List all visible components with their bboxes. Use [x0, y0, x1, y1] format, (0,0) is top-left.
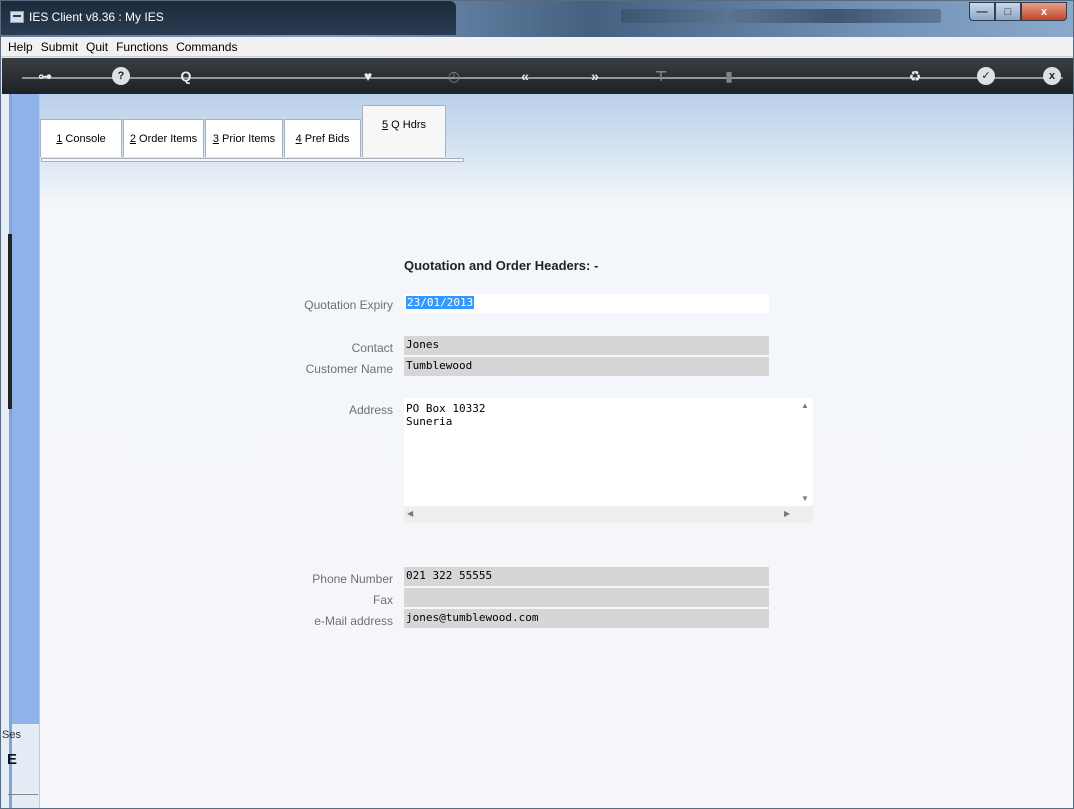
rail-divider: [8, 794, 38, 795]
app-icon[interactable]: [10, 11, 24, 23]
heart-icon[interactable]: ♥: [357, 66, 379, 86]
menu-bar: Help Submit Quit Functions Commands: [1, 37, 1073, 57]
recycle-icon[interactable]: ♻: [904, 66, 926, 86]
scroll-left-icon[interactable]: ◀: [407, 509, 413, 518]
tools-icon[interactable]: ⊤: [650, 66, 672, 86]
rewind-icon[interactable]: «: [514, 66, 536, 86]
quotation-expiry-label: Quotation Expiry: [304, 298, 393, 312]
maximize-button[interactable]: □: [995, 2, 1021, 21]
contact-label: Contact: [351, 341, 393, 355]
blurred-title-area: [621, 9, 941, 23]
customer-name-field[interactable]: Tumblewood: [404, 357, 769, 376]
tab-console-label: 1 Console: [56, 132, 106, 145]
scroll-right-icon[interactable]: ▶: [784, 509, 790, 518]
title-bar[interactable]: IES Client v8.36 : My IES — □ x: [1, 1, 1073, 37]
stop-icon[interactable]: ▮: [718, 66, 740, 86]
tab-q-hdrs[interactable]: 5 Q Hdrs: [362, 105, 446, 157]
window-title: IES Client v8.36 : My IES: [29, 10, 164, 24]
tab-prior-items[interactable]: 3 Prior Items: [205, 119, 283, 157]
tab-console[interactable]: 1 Console: [40, 119, 122, 157]
rail-splitter[interactable]: [8, 234, 12, 409]
check-icon[interactable]: ✓: [977, 67, 995, 85]
app-window: IES Client v8.36 : My IES — □ x Help Sub…: [0, 0, 1074, 809]
key-icon[interactable]: ⊶: [34, 66, 56, 86]
menu-quit[interactable]: Quit: [86, 40, 108, 54]
tab-order-items[interactable]: 2 Order Items: [123, 119, 204, 157]
email-label: e-Mail address: [314, 614, 393, 628]
address-horizontal-scrollbar[interactable]: ◀ ▶: [404, 506, 813, 523]
rail-marker: E: [7, 751, 18, 768]
address-text[interactable]: PO Box 10332 Suneria: [404, 400, 794, 505]
close-icon[interactable]: x: [1043, 67, 1061, 85]
menu-submit[interactable]: Submit: [41, 40, 78, 54]
fax-label: Fax: [372, 593, 393, 607]
scroll-down-icon[interactable]: ▼: [801, 494, 809, 503]
tab-pref-bids[interactable]: 4 Pref Bids: [284, 119, 361, 157]
search-icon[interactable]: Q: [175, 66, 197, 86]
close-button[interactable]: x: [1021, 2, 1067, 21]
tab-q-hdrs-label: 5 Q Hdrs: [381, 118, 427, 131]
scroll-up-icon[interactable]: ▲: [801, 401, 809, 410]
quotation-expiry-value: 23/01/2013: [406, 296, 475, 309]
forward-icon[interactable]: »: [584, 66, 606, 86]
menu-functions[interactable]: Functions: [116, 40, 168, 54]
help-icon[interactable]: ?: [112, 67, 130, 85]
tab-prior-items-label: 3 Prior Items: [212, 132, 276, 145]
quotation-expiry-input[interactable]: 23/01/2013: [404, 294, 769, 313]
rail-panel: [12, 94, 39, 724]
menu-commands[interactable]: Commands: [176, 40, 237, 54]
menu-help[interactable]: Help: [8, 40, 33, 54]
tab-order-items-label: 2 Order Items: [129, 132, 198, 145]
tab-strip-line: [41, 158, 464, 162]
phone-number-label: Phone Number: [312, 572, 393, 586]
minimize-button[interactable]: —: [969, 2, 995, 21]
customer-name-label: Customer Name: [305, 362, 393, 376]
toolbar: ⊶ ? Q ♥ ◷ « » ⊤ ▮ ♻ ✓ x: [2, 58, 1073, 94]
address-label: Address: [348, 403, 393, 417]
clock-icon[interactable]: ◷: [443, 66, 465, 86]
contact-field[interactable]: Jones: [404, 336, 769, 355]
address-textarea[interactable]: PO Box 10332 Suneria ▲ ▼ ◀ ▶: [404, 398, 813, 523]
session-label: Ses: [2, 729, 21, 741]
fax-field[interactable]: [404, 588, 769, 607]
form-heading: Quotation and Order Headers: -: [404, 258, 599, 273]
address-vertical-scrollbar[interactable]: ▲ ▼: [796, 398, 813, 506]
tab-pref-bids-label: 4 Pref Bids: [295, 132, 350, 145]
window-controls: — □ x: [969, 2, 1067, 21]
email-field[interactable]: jones@tumblewood.com: [404, 609, 769, 628]
phone-number-field[interactable]: 021 322 55555: [404, 567, 769, 586]
left-rail: Ses E: [1, 94, 39, 808]
